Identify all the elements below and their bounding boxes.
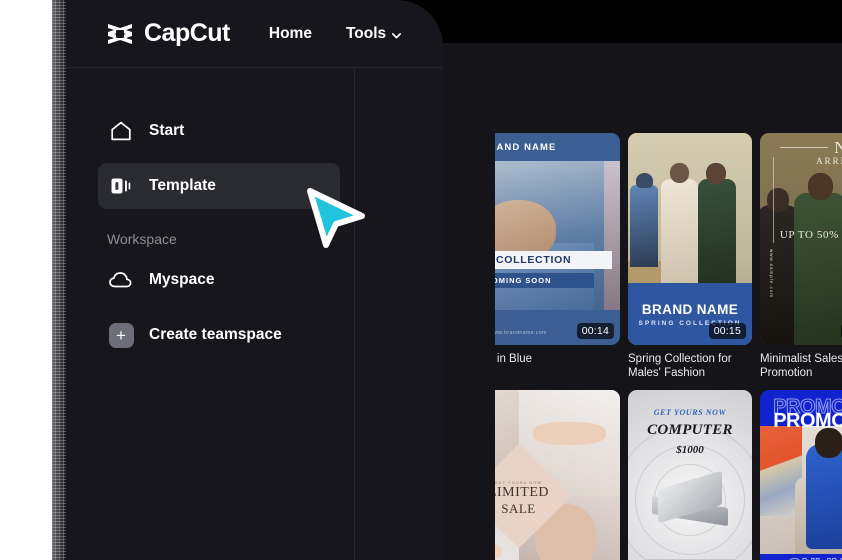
thumb-figure bbox=[794, 173, 842, 345]
thumb-figure bbox=[630, 173, 658, 267]
template-card[interactable]: NEW ARRIVALS UP TO 50% OFF www.sample.co… bbox=[760, 133, 842, 380]
sidebar: Start Template Workspace Myspace + Creat… bbox=[52, 69, 355, 560]
plus-icon: + bbox=[107, 321, 135, 349]
sidebar-item-label: Myspace bbox=[149, 271, 215, 288]
sidebar-item-label: Start bbox=[149, 122, 185, 139]
chevron-down-icon bbox=[391, 28, 402, 38]
sidebar-item-create-teamspace[interactable]: + Create teamspace bbox=[98, 312, 340, 358]
template-title: Minimalist Sales Promotion bbox=[760, 353, 842, 379]
thumb-figure bbox=[661, 163, 698, 283]
brand-name: CapCut bbox=[144, 19, 230, 47]
template-card[interactable]: BRAND NAME NEW COLLECTION COMING SOON ww… bbox=[495, 133, 620, 380]
template-card[interactable]: PROMOTE PROMOTE ONLINE ONLY 00:15 bbox=[760, 390, 842, 560]
thumb-brand-label: BRAND NAME bbox=[495, 133, 620, 161]
thumb-brand-label: BRAND NAME bbox=[641, 301, 739, 317]
thumb-figure bbox=[805, 428, 842, 549]
nav-item-home[interactable]: Home bbox=[269, 25, 312, 43]
thumb-figure bbox=[698, 163, 736, 283]
template-title: Spring Collection for Males' Fashion bbox=[628, 353, 732, 379]
app-header: CapCut Home Tools bbox=[52, 0, 443, 68]
sidebar-section-label: Workspace bbox=[107, 231, 177, 247]
image-left-margin bbox=[0, 0, 52, 560]
screenshot-root: BRAND NAME NEW COLLECTION COMING SOON ww… bbox=[0, 0, 842, 560]
thumb-title-block: GET YOURS NOW LIMITED SALE bbox=[495, 480, 620, 517]
nav-item-tools[interactable]: Tools bbox=[345, 24, 402, 43]
template-thumbnail[interactable]: PROMOTE PROMOTE ONLINE ONLY 00:15 bbox=[760, 390, 842, 560]
template-row: BRAND NAME NEW COLLECTION COMING SOON ww… bbox=[495, 133, 842, 380]
sidebar-item-label: Create teamspace bbox=[149, 326, 282, 343]
thumb-photo bbox=[760, 426, 842, 554]
template-thumbnail[interactable]: BRAND NAME SPRING COLLECTION 00:15 bbox=[628, 133, 752, 345]
sidebar-item-label: Template bbox=[149, 177, 216, 194]
capcut-logo-icon bbox=[104, 19, 136, 49]
template-thumbnail[interactable]: BRAND NAME NEW COLLECTION COMING SOON ww… bbox=[495, 133, 620, 345]
thumb-headline: NEW bbox=[834, 138, 842, 157]
thumb-subline: SALE bbox=[501, 501, 536, 516]
thumb-headline: LIMITED bbox=[495, 485, 550, 500]
nav-item-label: Home bbox=[268, 24, 312, 42]
template-card[interactable]: GET YOURS NOW LIMITED SALE 00:13 bbox=[495, 390, 620, 560]
template-card[interactable]: GET YOURS NOW COMPUTER $1000 WWW.SAMPLE.… bbox=[628, 390, 752, 560]
nav-panel: CapCut Home Tools Start Template Workspa… bbox=[52, 0, 443, 560]
home-icon bbox=[107, 117, 135, 145]
template-title: New Collection in Blue bbox=[495, 353, 533, 365]
thumb-title-block: NEW ARRIVALS bbox=[816, 139, 842, 166]
thumb-price: $1000 bbox=[676, 444, 704, 456]
thumb-subline: ARRIVALS bbox=[816, 156, 842, 166]
thumb-headline: COMPUTER bbox=[647, 422, 733, 438]
brand-logo[interactable]: CapCut bbox=[104, 19, 230, 49]
template-thumbnail[interactable]: GET YOURS NOW LIMITED SALE 00:13 bbox=[495, 390, 620, 560]
thumb-headline: NEW COLLECTION bbox=[495, 251, 612, 269]
template-grid[interactable]: BRAND NAME NEW COLLECTION COMING SOON ww… bbox=[495, 86, 842, 560]
cloud-icon bbox=[107, 266, 135, 294]
thumb-url: www.sample.com bbox=[769, 249, 774, 299]
sidebar-item-myspace[interactable]: Myspace bbox=[98, 257, 340, 303]
header-nav: Home Tools bbox=[269, 24, 402, 43]
thumb-offer: UP TO 50% OFF bbox=[779, 229, 842, 241]
template-row: GET YOURS NOW LIMITED SALE 00:13 GET YOU… bbox=[495, 390, 842, 560]
nav-item-label: Tools bbox=[345, 24, 387, 42]
thumb-subline: COMING SOON bbox=[495, 273, 594, 288]
template-card[interactable]: BRAND NAME SPRING COLLECTION 00:15 Sprin… bbox=[628, 133, 752, 380]
sidebar-item-template[interactable]: Template bbox=[98, 163, 340, 209]
plus-icon-box: + bbox=[108, 322, 134, 348]
thumb-headline: PROMOTE bbox=[773, 410, 842, 432]
thumb-laptop-image bbox=[646, 470, 734, 527]
template-icon bbox=[107, 172, 135, 200]
thumb-deco-right bbox=[604, 161, 620, 310]
template-thumbnail[interactable]: GET YOURS NOW COMPUTER $1000 WWW.SAMPLE.… bbox=[628, 390, 752, 560]
thumb-eyebrow: GET YOURS NOW bbox=[653, 408, 727, 417]
duration-badge: 00:14 bbox=[576, 323, 614, 339]
sidebar-item-start[interactable]: Start bbox=[98, 108, 340, 154]
duration-badge: 00:15 bbox=[708, 323, 746, 339]
template-thumbnail[interactable]: NEW ARRIVALS UP TO 50% OFF www.sample.co… bbox=[760, 133, 842, 345]
